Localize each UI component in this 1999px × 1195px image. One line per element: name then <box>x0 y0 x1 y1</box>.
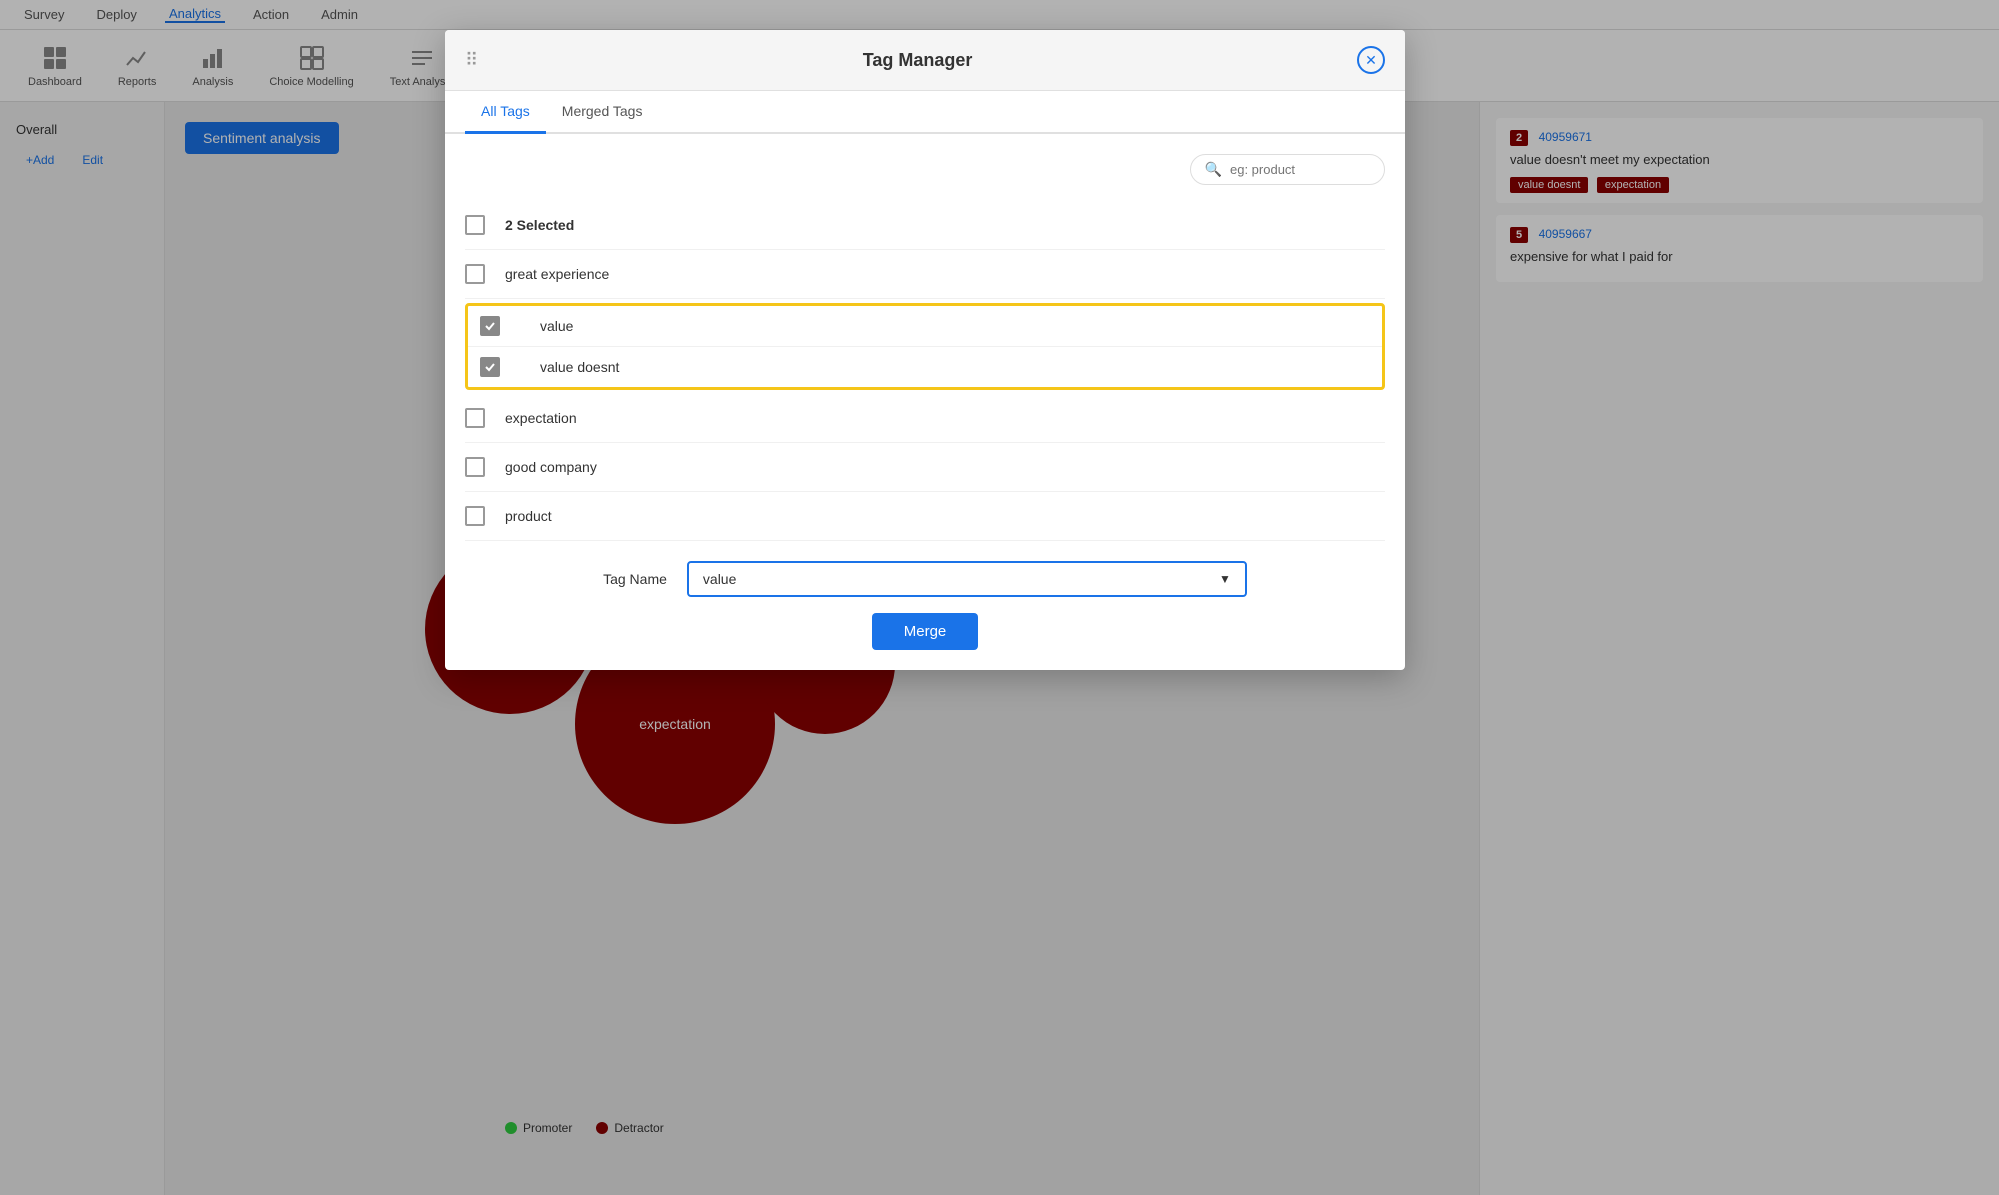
modal-title: Tag Manager <box>863 50 973 71</box>
modal-tabs: All Tags Merged Tags <box>445 91 1405 134</box>
checkbox-value[interactable] <box>480 316 500 336</box>
modal-body: 🔍 2 Selected great experience value <box>445 134 1405 670</box>
tag-row-value-doesnt: value doesnt <box>468 347 1382 387</box>
checkbox-good-company[interactable] <box>465 457 485 477</box>
merge-btn-row: Merge <box>465 613 1385 650</box>
tag-row-product: product <box>465 492 1385 541</box>
close-icon: ✕ <box>1365 52 1377 69</box>
selected-count-label: 2 Selected <box>505 217 574 233</box>
dropdown-arrow-icon[interactable]: ▼ <box>1219 572 1231 586</box>
merge-button[interactable]: Merge <box>872 613 979 650</box>
tag-label-expectation: expectation <box>505 410 577 426</box>
tag-row-good-company: good company <box>465 443 1385 492</box>
tag-name-select[interactable]: ▼ <box>687 561 1247 597</box>
drag-handle-icon[interactable]: ⠿ <box>465 50 478 71</box>
tag-name-row: Tag Name ▼ <box>465 561 1385 597</box>
tab-all-tags[interactable]: All Tags <box>465 91 546 134</box>
checkbox-value-doesnt[interactable] <box>480 357 500 377</box>
tag-label-product: product <box>505 508 552 524</box>
tab-merged-tags[interactable]: Merged Tags <box>546 91 659 134</box>
tag-name-label: Tag Name <box>603 571 667 587</box>
checkbox-product[interactable] <box>465 506 485 526</box>
tag-row-great-experience: great experience <box>465 250 1385 299</box>
search-box: 🔍 <box>1190 154 1385 185</box>
tag-name-input[interactable] <box>703 571 1219 587</box>
tag-label-good-company: good company <box>505 459 597 475</box>
modal-header: ⠿ Tag Manager ✕ <box>445 30 1405 91</box>
select-all-checkbox[interactable] <box>465 215 485 235</box>
tag-label-great-experience: great experience <box>505 266 609 282</box>
checkbox-great-experience[interactable] <box>465 264 485 284</box>
search-input[interactable] <box>1230 162 1370 177</box>
modal-close-btn[interactable]: ✕ <box>1357 46 1385 74</box>
search-row: 🔍 <box>465 154 1385 185</box>
checkbox-expectation[interactable] <box>465 408 485 428</box>
tag-row-value: value <box>468 306 1382 347</box>
tag-manager-modal: ⠿ Tag Manager ✕ All Tags Merged Tags 🔍 2… <box>445 30 1405 670</box>
search-icon: 🔍 <box>1205 161 1222 178</box>
highlighted-checkbox-group: value value doesnt <box>465 303 1385 390</box>
select-all-row: 2 Selected <box>465 201 1385 250</box>
tag-label-value-doesnt: value doesnt <box>540 359 619 375</box>
tag-row-expectation: expectation <box>465 394 1385 443</box>
tag-label-value: value <box>540 318 573 334</box>
